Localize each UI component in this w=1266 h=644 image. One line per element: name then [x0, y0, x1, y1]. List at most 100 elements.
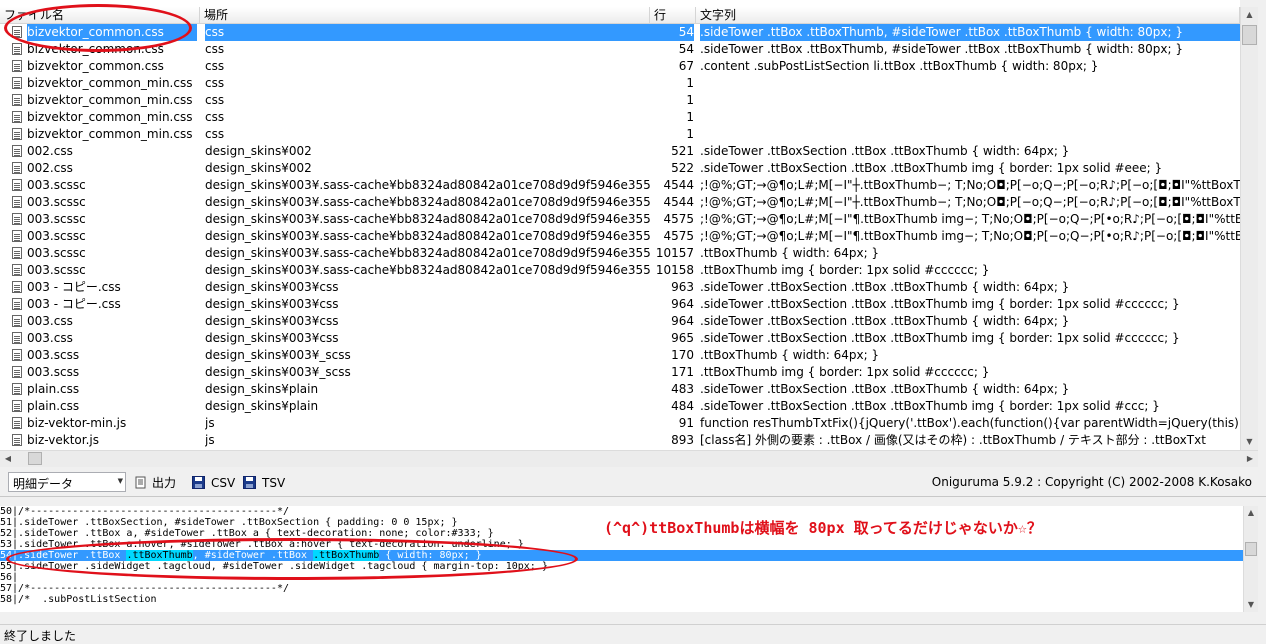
cell-path: design_skins¥003¥_scss: [205, 348, 351, 362]
grid-scroll-thumb[interactable]: [1242, 25, 1257, 45]
table-row[interactable]: bizvektor_common_min.css css 1: [0, 92, 1240, 109]
grid-vertical-scrollbar[interactable]: ▲ ▼: [1240, 7, 1258, 450]
scroll-down-icon[interactable]: ▼: [1241, 434, 1258, 450]
grid-horizontal-scrollbar[interactable]: ◀ ▶: [0, 450, 1258, 467]
cell-line: 1: [686, 76, 694, 90]
cell-text: .sideTower .ttBoxSection .ttBox .ttBoxTh…: [700, 314, 1070, 328]
cell-file: plain.css: [27, 382, 80, 396]
table-row[interactable]: 003.scssc design_skins¥003¥.sass-cache¥bb…: [0, 211, 1240, 228]
cell-path: css: [205, 110, 225, 124]
cell-path: css: [205, 59, 225, 73]
cell-path: design_skins¥002: [205, 144, 312, 158]
table-row[interactable]: bizvektor_common.css css 54 .sideTower .ttB…: [0, 41, 1240, 58]
table-row[interactable]: 003.scssc design_skins¥003¥.sass-cache¥bb…: [0, 262, 1240, 279]
column-header-text[interactable]: 文字列: [696, 7, 1240, 24]
tsv-button[interactable]: TSV: [243, 474, 289, 492]
cell-file: 003 - コピー.css: [27, 280, 121, 294]
table-row[interactable]: 003.css design_skins¥003¥css 964 .sideTower…: [0, 313, 1240, 330]
cell-path: css: [205, 93, 225, 107]
cell-file: 003.css: [27, 314, 73, 328]
table-row[interactable]: 003 - コピー.css design_skins¥003¥css 964 .sid…: [0, 296, 1240, 313]
cell-line: 54: [650, 24, 694, 41]
table-row[interactable]: plain.css design_skins¥plain 484 .sideTower…: [0, 398, 1240, 415]
cell-file: 003.scssc: [27, 229, 86, 243]
cell-text: .sideTower .ttBoxSection .ttBox .ttBoxTh…: [700, 144, 1070, 158]
column-header-path-label: 場所: [204, 8, 229, 22]
cell-file: 003.css: [27, 331, 73, 345]
code-scroll-up-icon[interactable]: ▲: [1244, 506, 1258, 520]
table-row[interactable]: 003.scss design_skins¥003¥_scss 171 .ttBox…: [0, 364, 1240, 381]
cell-file: 003.scss: [27, 365, 80, 379]
chevron-down-icon: ▼: [117, 477, 123, 485]
cell-path: design_skins¥003¥css: [205, 280, 339, 294]
cell-text: .ttBoxThumb { width: 64px; }: [700, 246, 880, 260]
status-text: 終了しました: [4, 629, 77, 643]
code-scroll-thumb[interactable]: [1245, 542, 1257, 556]
cell-path: css: [205, 127, 225, 141]
cell-line: 964: [671, 314, 694, 328]
table-row[interactable]: 003.css design_skins¥003¥css 965 .sideTower…: [0, 330, 1240, 347]
file-icon: [12, 145, 22, 157]
csv-button[interactable]: CSV: [192, 474, 238, 492]
cell-line: 965: [671, 331, 694, 345]
annotation-text: (^q^)ttBoxThumbは横幅を 80px 取ってるだけじゃないか☆？: [604, 519, 1042, 537]
table-row[interactable]: 003 - コピー.css design_skins¥003¥css 963 .sid…: [0, 279, 1240, 296]
cell-path: design_skins¥003¥css: [205, 314, 339, 328]
output-button[interactable]: 出力: [134, 474, 180, 492]
file-icon: [12, 77, 22, 89]
code-scroll-down-icon[interactable]: ▼: [1244, 598, 1258, 612]
scroll-up-icon[interactable]: ▲: [1241, 7, 1258, 23]
table-row[interactable]: 003.scssc design_skins¥003¥.sass-cache¥bb…: [0, 228, 1240, 245]
table-row[interactable]: 002.css design_skins¥002 522 .sideTower .tt…: [0, 160, 1240, 177]
cell-path: design_skins¥003¥_scss: [205, 365, 351, 379]
scroll-right-icon[interactable]: ▶: [1242, 451, 1258, 467]
table-row[interactable]: 003.scssc design_skins¥003¥.sass-cache¥bb…: [0, 177, 1240, 194]
table-row[interactable]: 003.scss design_skins¥003¥_scss 170 .ttBox…: [0, 347, 1240, 364]
file-icon: [12, 179, 22, 191]
column-header-path[interactable]: 場所: [200, 7, 650, 24]
cell-text: .sideTower .ttBoxSection .ttBox .ttBoxTh…: [700, 399, 1160, 413]
cell-text: ;!@%;GT;→@¶o;L#;M[−I"┼.ttBoxThumb−; T;No…: [700, 195, 1240, 209]
file-icon: [12, 128, 22, 140]
output-label: 出力: [152, 476, 177, 490]
cell-text: .sideTower .ttBoxSection .ttBox .ttBoxTh…: [700, 161, 1163, 175]
cell-line: 963: [671, 280, 694, 294]
table-row[interactable]: bizvektor_common_min.css css 1: [0, 109, 1240, 126]
file-icon: [12, 281, 22, 293]
table-row[interactable]: plain.css design_skins¥plain 483 .sideTower…: [0, 381, 1240, 398]
cell-path: design_skins¥003¥.sass-cache¥bb8324ad808…: [205, 212, 650, 226]
table-row[interactable]: biz-vektor.js js 893 [class名] 外側の要素 : .ttBo…: [0, 432, 1240, 449]
table-row[interactable]: biz-vektor-min.js js 91 function resThumbTx…: [0, 415, 1240, 432]
cell-file: 003.scssc: [27, 246, 86, 260]
splitter[interactable]: [0, 496, 1266, 497]
cell-text: .sideTower .ttBox .ttBoxThumb, #sideTowe…: [700, 42, 1183, 56]
file-icon: [12, 366, 22, 378]
cell-text: function resThumbTxtFix(){jQuery('.ttBox…: [700, 416, 1240, 430]
table-row[interactable]: bizvektor_common_min.css css 1: [0, 75, 1240, 92]
scroll-left-icon[interactable]: ◀: [0, 451, 16, 467]
table-row[interactable]: bizvektor_common.css css 67 .content .subPo…: [0, 58, 1240, 75]
cell-text: [700, 75, 1240, 92]
cell-line: 964: [671, 297, 694, 311]
table-row[interactable]: 003.scssc design_skins¥003¥.sass-cache¥bb…: [0, 194, 1240, 211]
cell-text: [700, 109, 1240, 126]
code-vertical-scrollbar[interactable]: ▲ ▼: [1243, 506, 1258, 612]
table-row[interactable]: 002.css design_skins¥002 521 .sideTower .tt…: [0, 143, 1240, 160]
column-header-line[interactable]: 行: [650, 7, 696, 24]
cell-line: 1: [686, 93, 694, 107]
cell-text: .ttBoxThumb img { border: 1px solid #ccc…: [700, 365, 990, 379]
results-grid[interactable]: ファイル名 場所 行 文字列 bizvektor_common.css css 54…: [0, 0, 1240, 450]
file-icon: [12, 349, 22, 361]
grid-hscroll-thumb[interactable]: [28, 452, 42, 465]
cell-text: .sideTower .ttBoxSection .ttBox .ttBoxTh…: [700, 297, 1180, 311]
cell-file: bizvektor_common_min.css: [27, 93, 193, 107]
cell-path: design_skins¥003¥.sass-cache¥bb8324ad808…: [205, 263, 650, 277]
table-row[interactable]: bizvektor_common_min.css css 1: [0, 126, 1240, 143]
file-icon: [12, 60, 22, 72]
file-icon: [12, 332, 22, 344]
cell-line: 1: [686, 127, 694, 141]
cell-file: bizvektor_common_min.css: [27, 110, 193, 124]
cell-file: 002.css: [27, 161, 73, 175]
table-row[interactable]: 003.scssc design_skins¥003¥.sass-cache¥bb…: [0, 245, 1240, 262]
mode-select[interactable]: 明細データ ▼: [8, 472, 126, 492]
